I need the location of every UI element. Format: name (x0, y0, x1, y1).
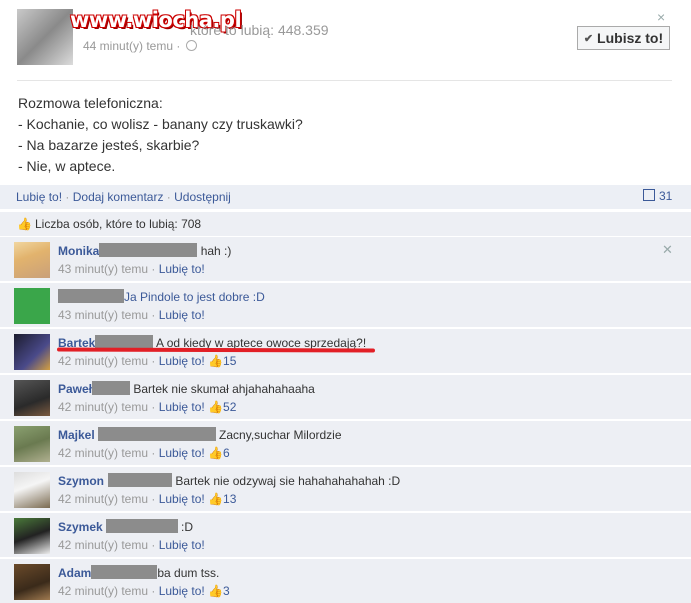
comment-like-link[interactable]: Lubię to! (159, 584, 205, 598)
comment-like-count[interactable]: 👍13 (208, 492, 236, 506)
check-icon: ✔ (583, 32, 594, 45)
comment-time[interactable]: 42 minut(y) temu · (58, 400, 155, 414)
comment-text: Bartek nie odzywaj sie hahahahahahah :D (175, 474, 401, 488)
redaction (58, 289, 124, 303)
avatar[interactable] (14, 334, 50, 370)
post-line: - Kochanie, co wolisz - banany czy trusk… (18, 116, 303, 132)
comment-time[interactable]: 43 minut(y) temu · (58, 262, 155, 276)
likes-summary: 👍 Liczba osób, które to lubią: 708 (0, 212, 691, 236)
post-header: www.wiocha.pl które to lubią: 448.359 44… (0, 0, 691, 80)
comment-item: Szymon Bartek nie odzywaj sie hahahahaha… (0, 466, 691, 511)
comments-count-value: 31 (659, 189, 673, 203)
comments-count[interactable]: 31 (643, 189, 672, 203)
comment-item: Paweł Bartek nie skumał ahjahahahaaha 42… (0, 374, 691, 419)
page-avatar[interactable] (17, 9, 73, 65)
divider (17, 80, 672, 81)
close-icon[interactable]: × (657, 9, 665, 25)
comment-like-count[interactable]: 👍52 (208, 400, 236, 414)
avatar[interactable] (14, 380, 50, 416)
likes-summary-text[interactable]: Liczba osób, które to lubią: 708 (35, 217, 201, 231)
comment-like-link[interactable]: Lubię to! (159, 538, 205, 552)
comment-author[interactable]: Monika (58, 244, 99, 258)
close-icon[interactable]: ✕ (662, 242, 673, 258)
comment-text: Ja Pindole to jest dobre :D (124, 290, 265, 304)
comment-author[interactable]: Szymek (58, 520, 103, 534)
comment-text: Bartek nie skumał ahjahahahaaha (133, 382, 315, 396)
globe-icon (186, 40, 198, 51)
comment-like-count[interactable]: 👍3 (208, 584, 230, 598)
liked-button-label: Lubisz to! (597, 30, 664, 46)
comment-item: Adam ba dum tss. 42 minut(y) temu · Lubię… (0, 558, 691, 603)
comment-time[interactable]: 42 minut(y) temu · (58, 538, 155, 552)
comment-like-link[interactable]: Lubię to! (159, 354, 205, 368)
comment-like-count[interactable]: 👍6 (208, 446, 230, 460)
comment-text: hah :) (200, 244, 232, 258)
comment-like-link[interactable]: Lubię to! (159, 262, 205, 276)
redaction (99, 243, 198, 257)
separator-dot: · (65, 190, 73, 204)
post-line: - Na bazarze jesteś, skarbie? (18, 137, 200, 153)
redaction (91, 565, 158, 579)
comment-time[interactable]: 42 minut(y) temu · (58, 492, 155, 506)
post-time-text[interactable]: 44 minut(y) temu · (83, 39, 180, 53)
redaction (92, 381, 131, 395)
avatar[interactable] (14, 426, 50, 462)
comment-time[interactable]: 42 minut(y) temu · (58, 584, 155, 598)
comment-like-link[interactable]: Lubię to! (159, 492, 205, 506)
comment-like-link[interactable]: Lubię to! (159, 308, 205, 322)
comment-like-count[interactable]: 👍15 (208, 354, 236, 368)
avatar[interactable] (14, 242, 50, 278)
comment-item: Majkel Zacny,suchar Milordzie 42 minut(y… (0, 420, 691, 465)
comment-item: Szymek :D 42 minut(y) temu · Lubię to! (0, 512, 691, 557)
comment-icon (643, 189, 655, 201)
thumbs-up-icon: 👍 (17, 217, 32, 231)
comment-like-link[interactable]: Lubię to! (159, 400, 205, 414)
comment-item: Monika hah :) 43 minut(y) temu · Lubię t… (0, 236, 691, 281)
comment-item: Ja Pindole to jest dobre :D 43 minut(y) … (0, 282, 691, 327)
post-action-bar: Lubię to! · Dodaj komentarz · Udostępnij… (0, 185, 691, 209)
avatar[interactable] (14, 472, 50, 508)
comment-author[interactable]: Adam (58, 566, 91, 580)
comment-time[interactable]: 42 minut(y) temu · (58, 446, 155, 460)
comment-author[interactable]: Majkel (58, 428, 95, 442)
add-comment-link[interactable]: Dodaj komentarz (73, 190, 164, 204)
comment-like-link[interactable]: Lubię to! (159, 446, 205, 460)
comment-time[interactable]: 43 minut(y) temu · (58, 308, 155, 322)
comment-text: Zacny,suchar Milordzie (219, 428, 342, 442)
comment-time[interactable]: 42 minut(y) temu · (58, 354, 155, 368)
comment-author[interactable]: Paweł (58, 382, 92, 396)
comment-text: ba dum tss. (157, 566, 220, 580)
post-body: Rozmowa telefoniczna: - Kochanie, co wol… (18, 93, 303, 177)
liked-button[interactable]: ✔ Lubisz to! (577, 26, 670, 50)
like-link[interactable]: Lubię to! (16, 190, 62, 204)
page-likes-count: które to lubią: 448.359 (190, 22, 329, 38)
redaction (105, 519, 178, 533)
comment-author[interactable]: Szymon (58, 474, 104, 488)
avatar[interactable] (14, 288, 50, 324)
comment-text: :D (181, 520, 194, 534)
avatar[interactable] (14, 564, 50, 600)
avatar[interactable] (14, 518, 50, 554)
post-line: - Nie, w aptece. (18, 158, 116, 174)
redaction (97, 427, 216, 441)
post-line: Rozmowa telefoniczna: (18, 95, 163, 111)
post-timestamp: 44 minut(y) temu · (83, 39, 198, 53)
redaction (108, 473, 173, 487)
share-link[interactable]: Udostępnij (174, 190, 231, 204)
